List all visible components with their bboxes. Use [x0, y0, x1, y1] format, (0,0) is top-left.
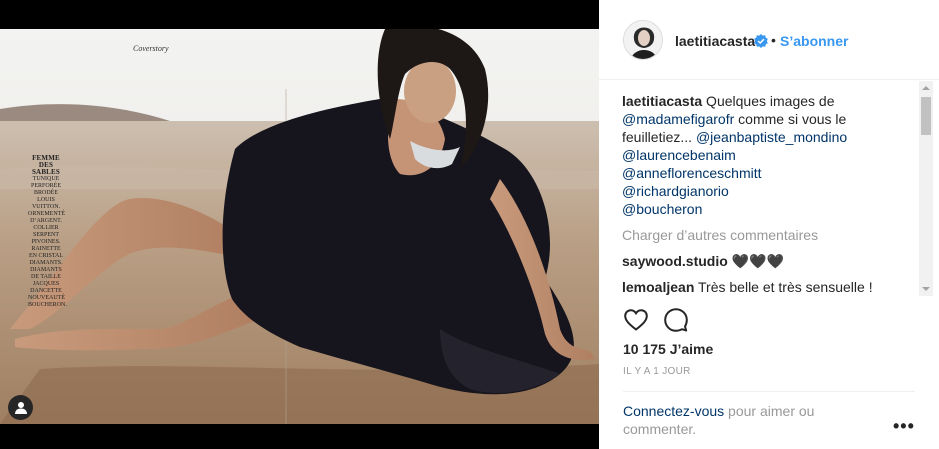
magazine-sidebar-text: TUNIQUE PERFORÉE BRODÉE LOUIS VUITTON. O… [28, 176, 67, 308]
caption-text-1: Quelques images de [702, 93, 835, 109]
divider [623, 391, 915, 392]
header-separator: • [771, 32, 776, 48]
follow-button[interactable]: S’abonner [780, 33, 848, 49]
comment-button[interactable] [663, 307, 689, 333]
mention-link[interactable]: @madamefigarofr [622, 111, 734, 127]
scroll-down-arrow-icon[interactable] [922, 287, 930, 291]
user-tag-icon[interactable] [8, 395, 33, 420]
post-sidebar: laetitiacasta • S’abonner laetitiacasta … [599, 0, 939, 449]
comment-text: Très belle et très sensuelle ! [698, 279, 873, 295]
mention-link[interactable]: @anneflorenceschmitt [622, 165, 762, 181]
comment-username[interactable]: saywood.studio [622, 253, 728, 269]
magazine-sidebar-title: FEMME DES SABLES [31, 154, 61, 176]
comment-row: saywood.studio 🖤🖤🖤 [622, 252, 912, 270]
login-prompt: Connectez-vous pour aimer ou commenter. [623, 402, 863, 438]
mention-link[interactable]: @jeanbaptiste_mondino [696, 129, 847, 145]
scrollbar-thumb[interactable] [921, 97, 931, 135]
verified-badge-icon [754, 34, 768, 48]
scroll-up-arrow-icon[interactable] [922, 86, 930, 90]
magazine-section-label: Coverstory [133, 44, 169, 53]
mention-link[interactable]: @boucheron [622, 201, 702, 217]
post-actions [623, 307, 689, 333]
mention-link[interactable]: @laurencebenaim [622, 147, 736, 163]
heart-icon [624, 309, 648, 331]
magazine-sidebar: FEMME DES SABLES TUNIQUE PERFORÉE BRODÉE… [28, 154, 67, 309]
comments-list: laetitiacasta Quelques images de @madame… [622, 92, 912, 297]
post-timestamp[interactable]: IL Y A 1 JOUR [623, 366, 691, 377]
login-link[interactable]: Connectez-vous [623, 403, 724, 419]
comment-row: lemoaljean Très belle et très sensuelle … [622, 278, 912, 296]
avatar[interactable] [623, 20, 663, 60]
comment-text: 🖤🖤🖤 [731, 253, 784, 269]
likes-count[interactable]: 10 175 J’aime [623, 341, 713, 357]
post-header: laetitiacasta • S’abonner [599, 0, 939, 80]
header-username[interactable]: laetitiacasta [675, 33, 755, 49]
beach-photo [0, 29, 599, 424]
comment-icon [664, 308, 688, 332]
post-caption: laetitiacasta Quelques images de @madame… [622, 92, 912, 218]
post-photo[interactable]: Coverstory FEMME DES SABLES TUNIQUE PERF… [0, 29, 599, 424]
like-button[interactable] [623, 307, 649, 333]
load-more-comments-button[interactable]: Charger d’autres commentaires [622, 226, 912, 244]
comments-scrollbar[interactable] [919, 81, 933, 296]
mention-link[interactable]: @richardgianorio [622, 183, 729, 199]
caption-author[interactable]: laetitiacasta [622, 93, 702, 109]
more-options-button[interactable]: ••• [893, 416, 915, 437]
comment-username[interactable]: lemoaljean [622, 279, 694, 295]
